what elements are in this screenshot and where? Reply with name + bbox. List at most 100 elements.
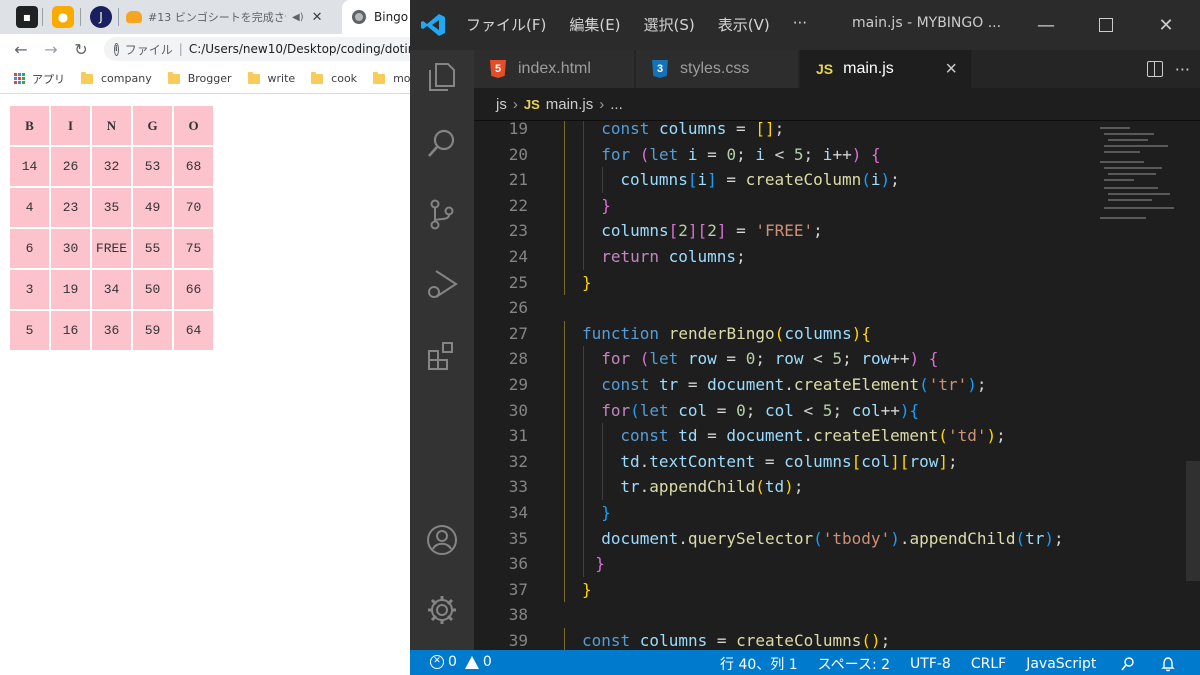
breadcrumb-folder[interactable]: js xyxy=(496,96,507,113)
code-token: } xyxy=(582,272,592,292)
code-token: ; xyxy=(803,144,823,164)
forward-arrow-icon[interactable]: → xyxy=(36,34,66,64)
menu-file[interactable]: ファイル(F) xyxy=(466,14,546,35)
menu-edit[interactable]: 編集(E) xyxy=(569,14,620,35)
explorer-icon[interactable] xyxy=(424,58,460,94)
menu-more[interactable]: ··· xyxy=(793,14,807,35)
code-line[interactable]: 23 columns[2][2] = 'FREE'; xyxy=(474,218,1114,244)
bookmark-folder-cook[interactable]: cook xyxy=(311,71,357,85)
back-arrow-icon[interactable]: ← xyxy=(6,34,36,64)
indent-guide xyxy=(583,121,585,142)
address-bar[interactable]: i ファイル | C:/Users/new10/Desktop/coding/d… xyxy=(104,37,424,61)
maximize-button[interactable] xyxy=(1076,0,1136,50)
code-line[interactable]: 19 const columns = []; xyxy=(474,121,1114,142)
code-line[interactable]: 27 function renderBingo(columns){ xyxy=(474,320,1114,347)
code-line[interactable]: 31 const td = document.createElement('td'… xyxy=(474,423,1114,449)
bookmark-folder-write[interactable]: write xyxy=(247,71,295,85)
menu-view[interactable]: 表示(V) xyxy=(718,14,770,35)
audio-playing-icon[interactable]: ◀) xyxy=(292,12,304,23)
run-debug-icon[interactable] xyxy=(424,266,460,302)
language-mode[interactable]: JavaScript xyxy=(1026,656,1096,672)
code-text: tr.appendChild(td); xyxy=(620,474,803,500)
bingo-card: B I N G O 14 26 32 53 68 4 23 35 49 70 6… xyxy=(8,104,215,352)
code-token: ++ xyxy=(880,400,900,420)
code-line[interactable]: 20 for (let i = 0; i < 5; i++) { xyxy=(474,141,1114,168)
minimize-button[interactable]: — xyxy=(1016,0,1076,50)
code-line[interactable]: 24 return columns; xyxy=(474,244,1114,270)
menu-selection[interactable]: 選択(S) xyxy=(644,14,695,35)
tab-dotinstall[interactable]: #13 ビンゴシートを完成させよう | ◀) ✕ xyxy=(126,0,340,34)
code-token: columns xyxy=(668,247,737,266)
code-token: < xyxy=(803,349,833,369)
code-token: 0 xyxy=(745,349,756,369)
code-line[interactable]: 38 xyxy=(474,602,1114,628)
js-icon: JS xyxy=(523,97,540,112)
more-actions-icon[interactable]: ··· xyxy=(1175,60,1190,79)
tab-index-html[interactable]: 5 index.html xyxy=(474,50,635,88)
feedback-icon[interactable] xyxy=(1120,656,1136,672)
tab-label: main.js xyxy=(843,60,894,77)
code-token: 'tr' xyxy=(928,375,968,394)
cursor-position[interactable]: 行 40、列 1 xyxy=(720,654,798,674)
dotinstall-favicon-icon xyxy=(126,11,142,23)
editor-scrollbar[interactable] xyxy=(1186,461,1200,581)
code-line[interactable]: 21 columns[i] = createColumn(i); xyxy=(474,167,1114,193)
code-line[interactable]: 39 const columns = createColumns(); xyxy=(474,628,1114,650)
code-token: . xyxy=(784,375,794,394)
close-window-button[interactable]: ✕ xyxy=(1136,0,1196,50)
code-line[interactable]: 28 for (let row = 0; row < 5; row++) { xyxy=(474,346,1114,372)
breadcrumb-file[interactable]: main.js xyxy=(546,96,594,113)
info-icon[interactable]: i xyxy=(114,42,119,56)
extensions-icon[interactable] xyxy=(424,338,460,374)
notification-bell-icon[interactable] xyxy=(1160,656,1176,672)
code-line[interactable]: 26 xyxy=(474,295,1114,321)
reload-icon[interactable]: ↻ xyxy=(66,34,96,64)
search-icon[interactable] xyxy=(424,126,460,162)
code-line[interactable]: 33 tr.appendChild(td); xyxy=(474,474,1114,500)
code-line[interactable]: 35 document.querySelector('tbody').append… xyxy=(474,525,1114,552)
code-line[interactable]: 29 const tr = document.createElement('tr'… xyxy=(474,372,1114,398)
source-control-icon[interactable] xyxy=(424,196,460,232)
bookmark-folder-brogger[interactable]: Brogger xyxy=(167,71,232,85)
pinned-tab-j-icon[interactable]: J xyxy=(90,6,112,28)
code-line[interactable]: 36} xyxy=(474,551,1114,577)
code-token: createElement xyxy=(793,375,920,394)
split-editor-icon[interactable] xyxy=(1146,61,1163,77)
bookmark-apps[interactable]: アプリ xyxy=(32,71,65,87)
indentation[interactable]: スペース: 2 xyxy=(818,654,890,674)
bingo-cell: 68 xyxy=(174,147,213,186)
indent-guide xyxy=(583,448,585,475)
code-token: 5 xyxy=(832,349,843,369)
settings-gear-icon[interactable] xyxy=(424,592,460,628)
code-line[interactable]: 25} xyxy=(474,269,1114,296)
code-editor[interactable]: 19 const columns = []; 20 for (let i = 0; i… xyxy=(474,121,1200,650)
tab-styles-css[interactable]: 3 styles.css xyxy=(636,50,799,88)
code-line[interactable]: 22} xyxy=(474,192,1114,219)
code-line[interactable]: 34} xyxy=(474,500,1114,526)
status-bar: ✕ 0 0 行 40、列 1 スペース: 2 UTF-8 CRLF JavaSc… xyxy=(410,650,1200,675)
code-line[interactable]: 32 td.textContent = columns[col][row]; xyxy=(474,448,1114,475)
pinned-tab-keep-icon[interactable]: ● xyxy=(52,6,74,28)
tab-main-js[interactable]: JS main.js × xyxy=(800,50,972,88)
indent-guide xyxy=(583,372,585,398)
code-line[interactable]: 37} xyxy=(474,576,1114,603)
apps-grid-icon[interactable] xyxy=(14,72,26,85)
code-line[interactable]: 30 for(let col = 0; col < 5; col++){ xyxy=(474,397,1114,424)
code-token: = xyxy=(726,121,756,138)
folder-icon xyxy=(311,71,324,84)
folder-icon xyxy=(373,71,386,84)
pinned-tab-notion-icon[interactable]: ▪ xyxy=(16,6,38,28)
tab-close-icon[interactable]: ✕ xyxy=(312,10,323,25)
accounts-icon[interactable] xyxy=(424,522,460,558)
tab-close-icon[interactable]: × xyxy=(945,58,957,81)
encoding[interactable]: UTF-8 xyxy=(910,656,951,672)
breadcrumb-symbol[interactable]: ... xyxy=(610,96,623,113)
indent-guide xyxy=(564,448,565,475)
problems-indicator[interactable]: ✕ 0 0 xyxy=(430,654,492,670)
code-text: const tr = document.createElement('tr'); xyxy=(601,372,986,398)
code-token: [ xyxy=(851,451,862,471)
bookmark-folder-company[interactable]: company xyxy=(81,71,152,85)
line-ending[interactable]: CRLF xyxy=(971,656,1006,672)
line-number: 24 xyxy=(508,247,528,266)
code-token: [ xyxy=(668,221,679,241)
